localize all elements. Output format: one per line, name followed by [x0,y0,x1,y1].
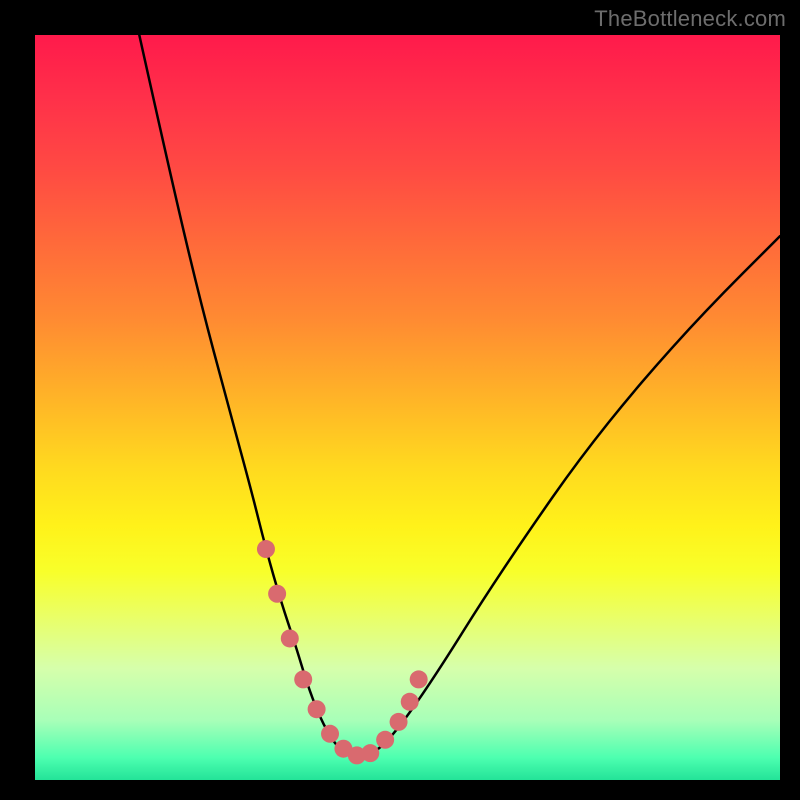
highlight-dot [321,725,339,743]
highlight-dot [294,670,312,688]
plot-area [35,35,780,780]
highlight-dot [268,585,286,603]
highlight-markers [257,540,428,764]
highlight-dot [376,731,394,749]
highlight-dot [257,540,275,558]
bottleneck-curve [139,35,780,758]
highlight-dot [281,629,299,647]
chart-frame: TheBottleneck.com [0,0,800,800]
highlight-dot [361,744,379,762]
highlight-dot [308,700,326,718]
highlight-dot [401,693,419,711]
highlight-dot [410,670,428,688]
watermark-text: TheBottleneck.com [594,6,786,32]
highlight-dot [390,713,408,731]
curve-svg [35,35,780,780]
